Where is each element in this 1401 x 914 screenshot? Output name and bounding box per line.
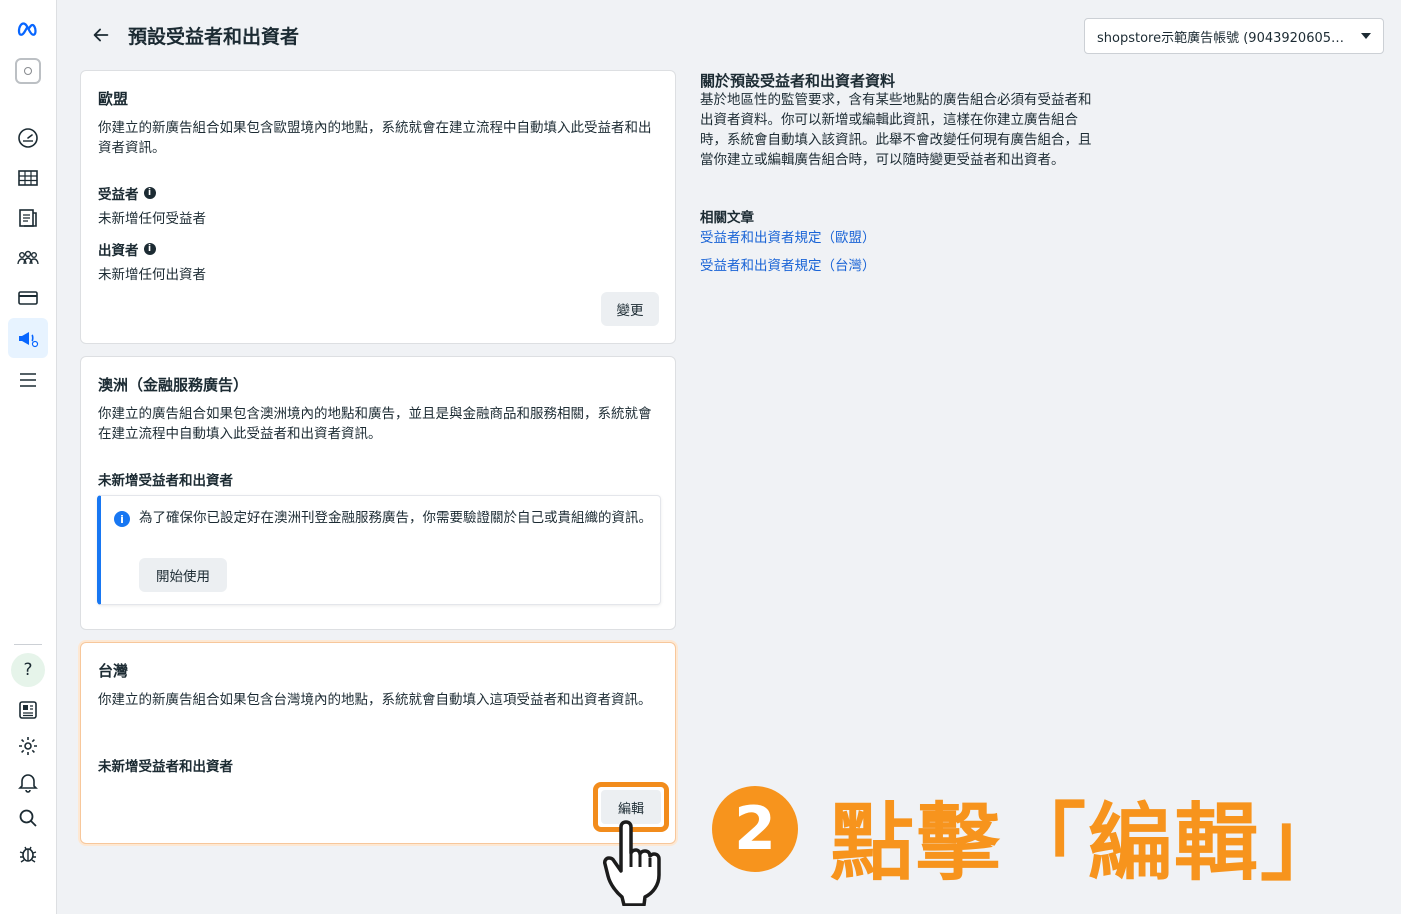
step-instruction-text: 點擊「編輯」 <box>830 794 1347 892</box>
menu-icon[interactable] <box>8 360 48 400</box>
related-articles-title: 相關文章 <box>700 210 754 226</box>
billing-card-icon[interactable] <box>8 278 48 318</box>
card-taiwan-title: 台灣 <box>98 662 129 680</box>
card-australia-status: 未新增受益者和出資者 <box>98 473 233 489</box>
search-icon[interactable] <box>8 798 48 838</box>
card-eu-title: 歐盟 <box>98 90 129 108</box>
sidebar-divider <box>14 644 42 645</box>
beneficiary-label: 受益者 i <box>98 183 156 203</box>
info-icon[interactable]: i <box>143 187 156 199</box>
pointer-hand-icon <box>603 820 661 906</box>
account-selector[interactable]: shopstore示範廣告帳號 (904392060586… <box>1084 18 1384 54</box>
info-panel-title: 關於預設受益者和出資者資料 <box>700 72 896 90</box>
verification-notice: i 為了確保你已設定好在澳洲刊登金融服務廣告，你需要驗證關於自己或貴組織的資訊。… <box>97 495 661 605</box>
bug-report-icon[interactable] <box>8 834 48 874</box>
meta-logo-icon[interactable] <box>8 8 48 48</box>
news-icon[interactable] <box>8 690 48 730</box>
table-icon[interactable] <box>8 158 48 198</box>
card-australia-title: 澳洲（金融服務廣告） <box>98 376 249 394</box>
link-eu-rules[interactable]: 受益者和出資者規定（歐盟） <box>700 226 876 246</box>
account-selector-label: shopstore示範廣告帳號 (904392060586… <box>1097 30 1351 46</box>
settings-gear-icon[interactable] <box>8 726 48 766</box>
pages-icon[interactable] <box>8 198 48 238</box>
payer-value: 未新增任何出資者 <box>98 267 206 283</box>
page-title: 預設受益者和出資者 <box>128 26 300 48</box>
audience-icon[interactable] <box>8 238 48 278</box>
card-australia: 澳洲（金融服務廣告） 你建立的廣告組合如果包含澳洲境內的地點和廣告，並且是與金融… <box>80 356 676 630</box>
card-taiwan-status: 未新增受益者和出資者 <box>98 759 233 775</box>
dashboard-gauge-icon[interactable] <box>8 118 48 158</box>
get-started-button[interactable]: 開始使用 <box>139 558 227 592</box>
store-avatar-icon[interactable] <box>8 51 48 91</box>
card-australia-description: 你建立的廣告組合如果包含澳洲境內的地點和廣告，並且是與金融商品和服務相關，系統就… <box>98 406 652 442</box>
payer-label-text: 出資者 <box>98 243 139 259</box>
beneficiary-label-text: 受益者 <box>98 187 139 203</box>
info-icon: i <box>114 511 130 527</box>
verification-notice-text: 為了確保你已設定好在澳洲刊登金融服務廣告，你需要驗證關於自己或貴組織的資訊。 <box>139 510 652 526</box>
link-taiwan-rules[interactable]: 受益者和出資者規定（台灣） <box>700 254 876 274</box>
card-taiwan: 台灣 你建立的新廣告組合如果包含台灣境內的地點，系統就會自動填入這項受益者和出資… <box>80 642 676 844</box>
card-eu-description: 你建立的新廣告組合如果包含歐盟境內的地點，系統就會在建立流程中自動填入此受益者和… <box>98 120 652 156</box>
step-number-badge: 2 <box>712 786 798 872</box>
card-eu: 歐盟 你建立的新廣告組合如果包含歐盟境內的地點，系統就會在建立流程中自動填入此受… <box>80 70 676 344</box>
change-button[interactable]: 變更 <box>601 292 659 326</box>
ads-megaphone-icon[interactable] <box>8 318 48 358</box>
sidebar: ? <box>0 0 57 914</box>
info-panel-body: 基於地區性的監管要求，含有某些地點的廣告組合必須有受益者和出資者資料。你可以新增… <box>700 92 1092 168</box>
chevron-down-icon <box>1361 33 1371 39</box>
help-icon[interactable]: ? <box>8 650 48 690</box>
card-taiwan-description: 你建立的新廣告組合如果包含台灣境內的地點，系統就會自動填入這項受益者和出資者資訊… <box>98 692 652 708</box>
info-icon[interactable]: i <box>143 243 156 255</box>
back-arrow-icon[interactable] <box>90 24 112 46</box>
payer-label: 出資者 i <box>98 239 156 259</box>
notifications-bell-icon[interactable] <box>8 762 48 802</box>
beneficiary-value: 未新增任何受益者 <box>98 211 206 227</box>
